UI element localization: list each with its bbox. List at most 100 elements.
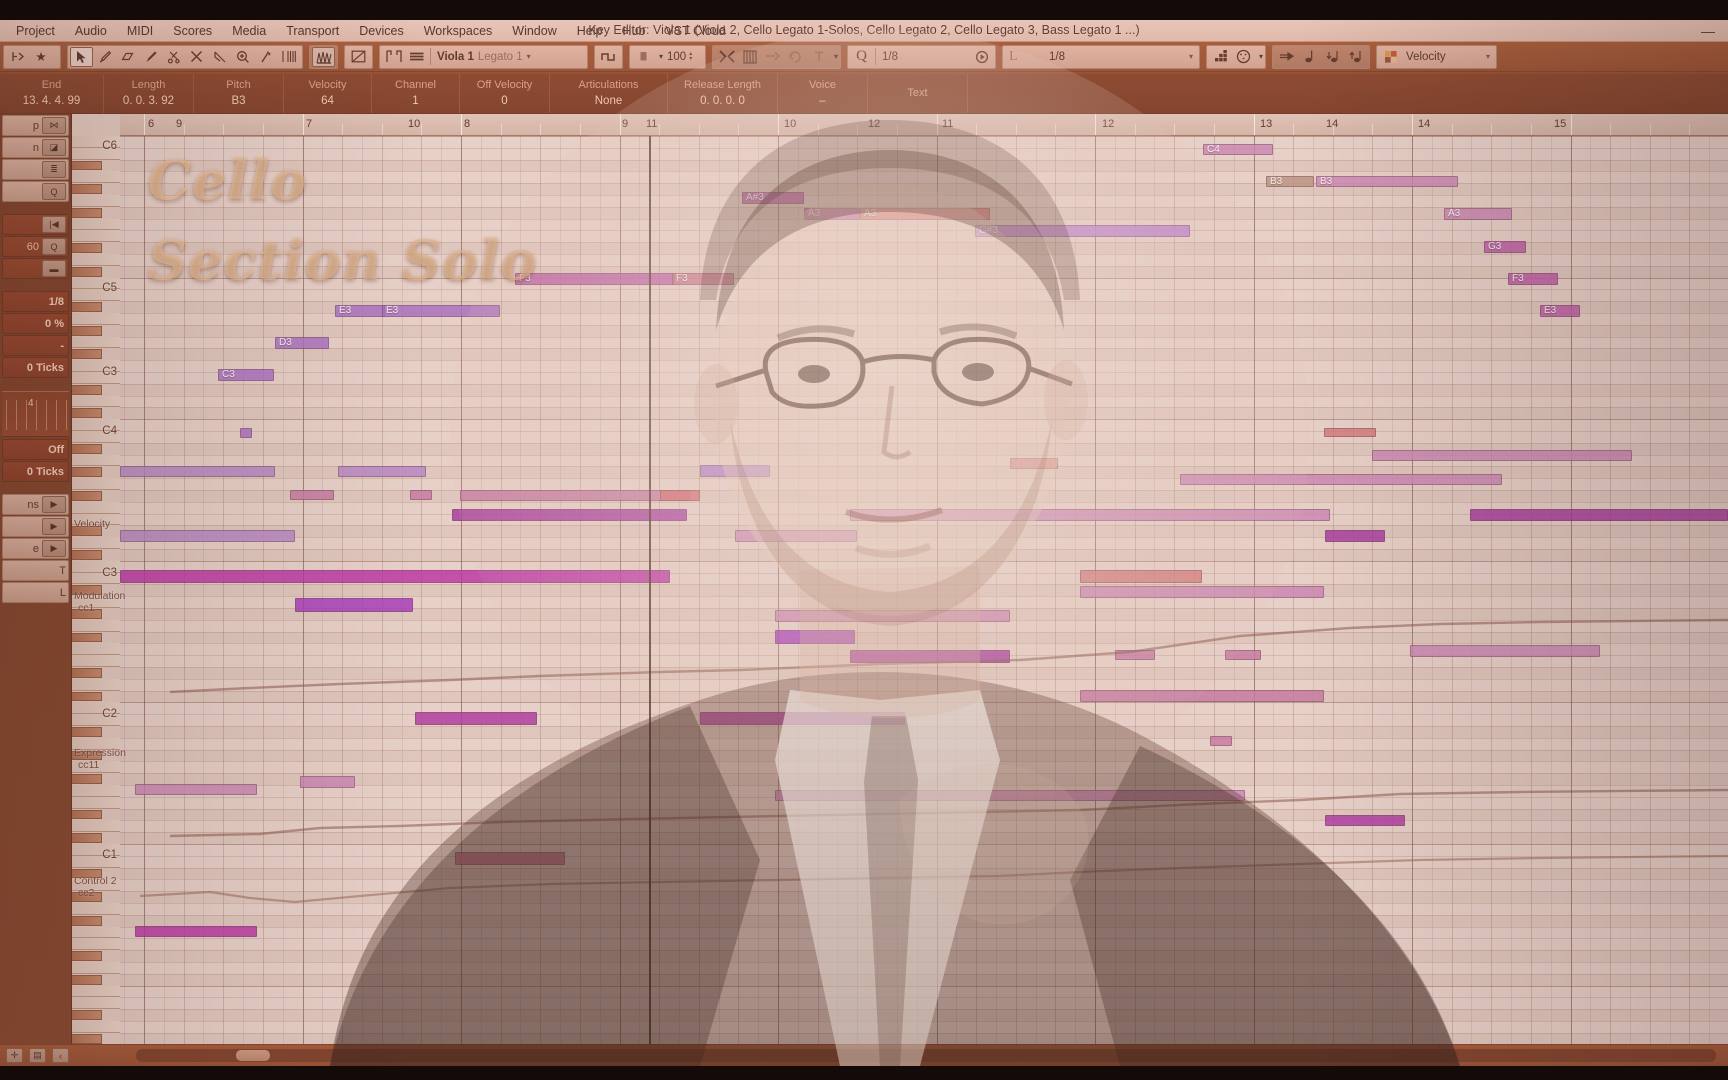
midi-retrospective-icon[interactable] — [784, 47, 807, 67]
inspector-row-6[interactable]: ▬ — [2, 258, 69, 279]
timewarp-bars-icon[interactable] — [277, 47, 300, 67]
inspector-Q[interactable]: Q — [42, 183, 66, 200]
piano-black-key[interactable] — [72, 384, 102, 395]
nudge-right-icon[interactable] — [1275, 47, 1298, 67]
note-lengthen-icon[interactable] — [1344, 47, 1367, 67]
quantize-settings-icon[interactable] — [970, 47, 993, 67]
chevron-down-icon[interactable]: ▾ — [834, 52, 838, 61]
piano-white-key[interactable] — [72, 1021, 120, 1033]
inspector-Q[interactable]: Q — [42, 238, 66, 255]
midi-note[interactable]: F3 — [1508, 273, 1558, 285]
inspector-mini-ruler[interactable]: 4 — [2, 391, 69, 437]
midi-note[interactable]: B3 — [1266, 176, 1314, 187]
solo-editor-icon[interactable] — [6, 47, 29, 67]
piano-black-key[interactable] — [72, 491, 102, 501]
piano-white-key[interactable] — [72, 372, 120, 384]
erase-eraser-icon[interactable] — [116, 47, 139, 67]
midi-note[interactable] — [410, 490, 432, 500]
inspector-row-15[interactable]: ▶ — [2, 516, 69, 537]
piano-white-key[interactable] — [72, 336, 120, 349]
piano-white-key[interactable] — [72, 313, 120, 325]
info-cell-channel[interactable]: Channel 1 — [372, 74, 460, 113]
horizontal-scrollbar-thumb[interactable] — [236, 1050, 270, 1061]
inspector-row-3[interactable]: Q — [2, 181, 69, 202]
piano-white-key[interactable] — [72, 844, 120, 856]
midi-note[interactable]: E3 — [335, 305, 385, 317]
transpose-t-icon[interactable] — [807, 47, 830, 67]
midi-note[interactable] — [295, 598, 413, 612]
info-cell-articulations[interactable]: Articulations None — [550, 74, 668, 113]
controller-lane-selector[interactable]: Velocity ▾ — [1402, 47, 1494, 67]
spinner-icon[interactable]: ▴ ▾ — [689, 51, 692, 62]
midi-note[interactable] — [700, 712, 905, 725]
piano-black-key[interactable] — [72, 809, 102, 820]
piano-white-key[interactable] — [72, 478, 120, 490]
midi-note[interactable] — [1115, 650, 1155, 660]
horizontal-scrollbar-track[interactable] — [136, 1049, 1716, 1062]
inspector-play-icon[interactable]: ▶ — [42, 496, 66, 513]
info-cell-pitch[interactable]: Pitch B3 — [194, 74, 284, 113]
piano-white-key[interactable] — [72, 501, 120, 514]
menu-item-audio[interactable]: Audio — [65, 21, 117, 41]
midi-note[interactable] — [338, 466, 426, 477]
note-quarter-icon[interactable] — [1298, 47, 1321, 67]
midi-note[interactable]: B3 — [1316, 176, 1458, 187]
midi-note[interactable]: E3 — [382, 305, 500, 317]
piano-white-key[interactable] — [72, 230, 120, 243]
piano-white-key[interactable] — [72, 678, 120, 691]
piano-black-key[interactable] — [72, 243, 102, 253]
colorize-palette-icon[interactable] — [1379, 47, 1402, 67]
chevron-down-icon[interactable]: ▾ — [1486, 52, 1490, 61]
midi-note[interactable] — [455, 852, 565, 865]
mute-x-icon[interactable] — [185, 47, 208, 67]
line-tool-icon[interactable] — [254, 47, 277, 67]
piano-black-key[interactable] — [72, 266, 102, 277]
midi-note[interactable]: G3 — [1484, 241, 1526, 253]
midi-note[interactable]: F3 — [515, 273, 675, 285]
piano-black-key[interactable] — [72, 1010, 102, 1020]
piano-white-key[interactable] — [72, 619, 120, 632]
piano-white-key[interactable] — [72, 454, 120, 467]
midi-note[interactable] — [1325, 815, 1405, 826]
midi-note[interactable]: C3 — [218, 369, 274, 381]
inspector-rewind-icon[interactable]: |◀ — [42, 216, 66, 233]
info-value[interactable]: B3 — [231, 93, 245, 109]
midi-note[interactable]: A#3 — [742, 192, 804, 204]
playhead-cursor[interactable] — [649, 136, 651, 1044]
piano-black-key[interactable] — [72, 632, 102, 643]
menu-item-transport[interactable]: Transport — [276, 21, 349, 41]
midi-note[interactable]: E3 — [1540, 305, 1580, 317]
midi-input-icon[interactable] — [738, 47, 761, 67]
note-duration-icon[interactable] — [632, 47, 655, 67]
info-cell-text[interactable]: Text — [868, 74, 968, 113]
piano-black-key[interactable] — [72, 668, 102, 678]
independent-loop-icon[interactable] — [347, 47, 370, 67]
info-value[interactable]: None — [595, 93, 623, 109]
info-cell-off-velocity[interactable]: Off Velocity 0 — [460, 74, 550, 113]
piano-white-key[interactable] — [72, 560, 120, 573]
piano-black-key[interactable] — [72, 160, 102, 171]
chord-pads-icon[interactable] — [1209, 47, 1232, 67]
part-borders-icon[interactable] — [382, 47, 405, 67]
piano-white-key[interactable] — [72, 572, 120, 585]
piano-white-key[interactable] — [72, 537, 120, 549]
inspector-mute-icon[interactable]: ◪ — [42, 139, 66, 156]
midi-note[interactable] — [1080, 586, 1324, 598]
star-bookmark-icon[interactable] — [29, 47, 52, 67]
menu-item-project[interactable]: Project — [6, 21, 65, 41]
midi-note[interactable] — [135, 926, 257, 937]
track-selector[interactable]: Viola 1 Legato 1 ▾ — [433, 47, 585, 67]
midi-note[interactable] — [1080, 690, 1324, 702]
insert-velocity-field[interactable]: 100 ▴ ▾ — [663, 47, 703, 67]
inspector-row-2[interactable]: ≣ — [2, 159, 69, 180]
midi-note[interactable] — [1324, 428, 1376, 437]
menu-item-scores[interactable]: Scores — [163, 21, 222, 41]
piano-white-key[interactable] — [72, 985, 120, 998]
midi-note[interactable] — [1325, 530, 1385, 542]
piano-white-key[interactable] — [72, 938, 120, 951]
midi-note[interactable] — [415, 712, 537, 725]
inspector-play-icon[interactable]: ▶ — [42, 540, 66, 557]
info-cell-end[interactable]: End 13. 4. 4. 99 — [0, 74, 104, 113]
piano-white-key[interactable] — [72, 655, 120, 667]
piano-black-key[interactable] — [72, 302, 102, 312]
